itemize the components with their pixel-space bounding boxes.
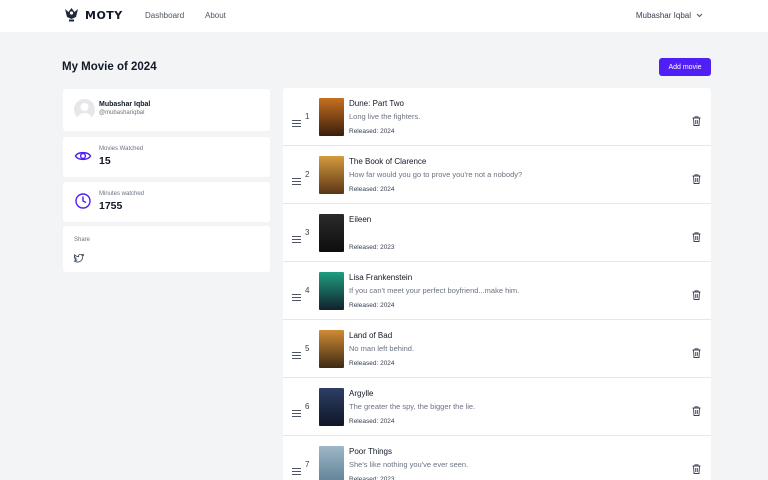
chevron-down-icon [696,13,703,18]
nav-dashboard[interactable]: Dashboard [145,11,184,20]
movie-poster [319,156,344,194]
movie-title[interactable]: Dune: Part Two [349,99,404,108]
trash-icon[interactable] [692,229,701,247]
movie-title[interactable]: Land of Bad [349,331,392,340]
user-menu-name: Mubashar Iqbal [635,11,691,20]
share-card: Share [63,226,270,272]
movie-title[interactable]: The Book of Clarence [349,157,426,166]
drag-handle-icon[interactable] [292,288,301,306]
brand-name: MOTY [85,8,123,22]
movie-poster [319,330,344,368]
movie-row[interactable]: 4 Lisa Frankenstein If you can't meet your… [283,262,711,320]
drag-handle-icon[interactable] [292,114,301,132]
movie-rank: 4 [305,286,310,295]
movie-released: Released: 2024 [349,302,395,309]
add-movie-button[interactable]: Add movie [659,58,711,76]
movie-row[interactable]: 2 The Book of Clarence How far would you g… [283,146,711,204]
profile-handle: @mubashariqbal [99,110,145,116]
eye-icon [74,147,92,170]
movies-watched-label: Movies Watched [99,146,144,152]
movie-tagline: If you can't meet your perfect boyfriend… [349,286,520,295]
clock-icon [74,192,92,215]
profile-name: Mubashar Iqbal [99,101,151,108]
user-silhouette-icon [77,103,92,120]
drag-handle-icon[interactable] [292,346,301,364]
movie-rank: 6 [305,402,310,411]
drag-handle-icon[interactable] [292,404,301,422]
movie-poster [319,98,344,136]
top-navbar: MOTY Dashboard About Mubashar Iqbal [0,0,768,32]
movie-tagline: Long live the fighters. [349,112,421,121]
movie-title[interactable]: Poor Things [349,447,392,456]
movie-tagline: The greater the spy, the bigger the lie. [349,402,476,411]
minutes-watched-value: 1755 [99,200,123,212]
user-menu[interactable]: Mubashar Iqbal [636,11,703,20]
profile-card: Mubashar Iqbal @mubashariqbal [63,89,270,131]
movie-row[interactable]: 1 Dune: Part Two Long live the fighters. Re… [283,88,711,146]
movie-title[interactable]: Eileen [349,215,371,224]
minutes-watched-card: Minutes watched 1755 [63,182,270,222]
movie-released: Released: 2024 [349,418,395,425]
trash-icon[interactable] [692,287,701,305]
movie-list: 1 Dune: Part Two Long live the fighters. Re… [283,88,711,480]
movie-poster [319,388,344,426]
movie-row[interactable]: 7 Poor Things She's like nothing you've ev… [283,436,711,480]
movie-row[interactable]: 3 Eileen Released: 2023 [283,204,711,262]
movie-tagline: No man left behind. [349,344,415,353]
movies-watched-value: 15 [99,155,111,167]
drag-handle-icon[interactable] [292,172,301,190]
movie-released: Released: 2024 [349,128,395,135]
movie-title[interactable]: Lisa Frankenstein [349,273,412,282]
movie-poster [319,214,344,252]
movie-poster [319,272,344,310]
trash-icon[interactable] [692,113,701,131]
movie-released: Released: 2023 [349,244,395,251]
share-label: Share [74,237,91,243]
movie-rank: 5 [305,344,310,353]
movie-poster [319,446,344,480]
movie-released: Released: 2023 [349,476,395,480]
trash-icon[interactable] [692,171,701,189]
movie-rank: 1 [305,112,310,121]
movie-title[interactable]: Argylle [349,389,373,398]
movie-tagline: She's like nothing you've ever seen. [349,460,469,469]
movie-rank: 3 [305,228,310,237]
movie-row[interactable]: 5 Land of Bad No man left behind. Released:… [283,320,711,378]
twitter-icon[interactable] [73,250,85,268]
brand-logo[interactable]: MOTY [62,8,123,22]
movie-rank: 2 [305,170,310,179]
movie-released: Released: 2024 [349,186,395,193]
trash-icon[interactable] [692,461,701,479]
trash-icon[interactable] [692,403,701,421]
avatar [74,99,95,120]
minutes-watched-label: Minutes watched [99,191,145,197]
movie-tagline: How far would you go to prove you're not… [349,170,523,179]
page-title: My Movie of 2024 [62,61,157,73]
trophy-icon [65,8,78,22]
movie-rank: 7 [305,460,310,469]
drag-handle-icon[interactable] [292,462,301,480]
movies-watched-card: Movies Watched 15 [63,137,270,177]
movie-row[interactable]: 6 Argylle The greater the spy, the bigger … [283,378,711,436]
movie-released: Released: 2024 [349,360,395,367]
nav-about[interactable]: About [205,11,226,20]
trash-icon[interactable] [692,345,701,363]
drag-handle-icon[interactable] [292,230,301,248]
